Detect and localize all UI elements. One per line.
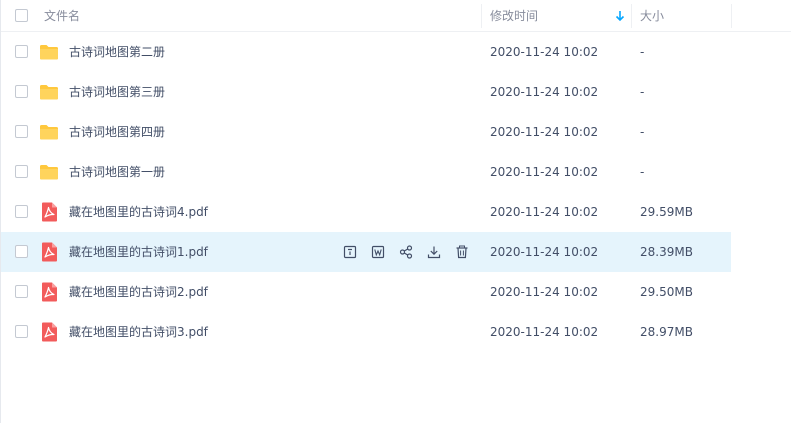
modified-time: 2020-11-24 10:02 — [490, 245, 599, 259]
modified-time: 2020-11-24 10:02 — [490, 85, 599, 99]
column-header-name[interactable]: 文件名 — [44, 0, 80, 32]
table-row[interactable]: 藏在地图里的古诗词4.pdf 2020-11-24 10:02 29.59MB — [1, 192, 731, 232]
column-divider[interactable] — [731, 4, 732, 28]
file-list-panel: 文件名 修改时间 大小 古诗词地图第二册 2020-11-24 10:02 - 古诗… — [0, 0, 791, 423]
file-name-link[interactable]: 古诗词地图第三册 — [69, 72, 165, 112]
row-checkbox[interactable] — [15, 325, 28, 338]
modified-time: 2020-11-24 10:02 — [490, 45, 599, 59]
file-size: - — [640, 45, 645, 59]
row-checkbox[interactable] — [15, 45, 28, 58]
folder-icon — [39, 162, 59, 182]
column-header-time[interactable]: 修改时间 — [490, 0, 538, 32]
table-row[interactable]: 古诗词地图第三册 2020-11-24 10:02 - — [1, 72, 731, 112]
folder-icon — [39, 42, 59, 62]
file-size: - — [640, 85, 645, 99]
row-checkbox[interactable] — [15, 285, 28, 298]
file-name-link[interactable]: 藏在地图里的古诗词2.pdf — [69, 272, 208, 312]
modified-time: 2020-11-24 10:02 — [490, 125, 599, 139]
file-size: - — [640, 165, 645, 179]
row-checkbox[interactable] — [15, 205, 28, 218]
file-size: 29.50MB — [640, 285, 693, 299]
file-name-link[interactable]: 藏在地图里的古诗词1.pdf — [69, 232, 208, 272]
file-size: 29.59MB — [640, 205, 693, 219]
file-list-header: 文件名 修改时间 大小 — [1, 0, 791, 32]
file-name-link[interactable]: 藏在地图里的古诗词4.pdf — [69, 192, 208, 232]
file-name-link[interactable]: 古诗词地图第一册 — [69, 152, 165, 192]
column-header-size[interactable]: 大小 — [640, 0, 664, 32]
select-all-checkbox[interactable] — [15, 9, 28, 22]
file-name-link[interactable]: 藏在地图里的古诗词3.pdf — [69, 312, 208, 352]
file-name-link[interactable]: 古诗词地图第二册 — [69, 32, 165, 72]
download-icon[interactable] — [425, 242, 443, 262]
row-checkbox[interactable] — [15, 85, 28, 98]
share-icon[interactable] — [397, 242, 415, 262]
word-convert-icon[interactable] — [369, 242, 387, 262]
modified-time: 2020-11-24 10:02 — [490, 285, 599, 299]
pdf-icon — [39, 322, 59, 342]
folder-icon — [39, 82, 59, 102]
folder-icon — [39, 122, 59, 142]
table-row[interactable]: 藏在地图里的古诗词2.pdf 2020-11-24 10:02 29.50MB — [1, 272, 731, 312]
file-size: 28.97MB — [640, 325, 693, 339]
file-size: - — [640, 125, 645, 139]
file-size: 28.39MB — [640, 245, 693, 259]
modified-time: 2020-11-24 10:02 — [490, 205, 599, 219]
delete-icon[interactable] — [453, 242, 471, 262]
modified-time: 2020-11-24 10:02 — [490, 165, 599, 179]
row-checkbox[interactable] — [15, 165, 28, 178]
table-row[interactable]: 古诗词地图第一册 2020-11-24 10:02 - — [1, 152, 731, 192]
table-row[interactable]: 藏在地图里的古诗词1.pdf 2020-11-24 10:02 28.39MB — [1, 232, 731, 272]
file-name-link[interactable]: 古诗词地图第四册 — [69, 112, 165, 152]
pdf-icon — [39, 282, 59, 302]
table-row[interactable]: 古诗词地图第二册 2020-11-24 10:02 - — [1, 32, 731, 72]
pdf-icon — [39, 202, 59, 222]
column-divider[interactable] — [481, 4, 482, 28]
save-to-disk-icon[interactable] — [341, 242, 359, 262]
row-checkbox[interactable] — [15, 245, 28, 258]
row-checkbox[interactable] — [15, 125, 28, 138]
sort-descending-icon[interactable] — [614, 9, 626, 23]
table-row[interactable]: 古诗词地图第四册 2020-11-24 10:02 - — [1, 112, 731, 152]
modified-time: 2020-11-24 10:02 — [490, 325, 599, 339]
column-divider[interactable] — [631, 4, 632, 28]
table-row[interactable]: 藏在地图里的古诗词3.pdf 2020-11-24 10:02 28.97MB — [1, 312, 731, 352]
pdf-icon — [39, 242, 59, 262]
